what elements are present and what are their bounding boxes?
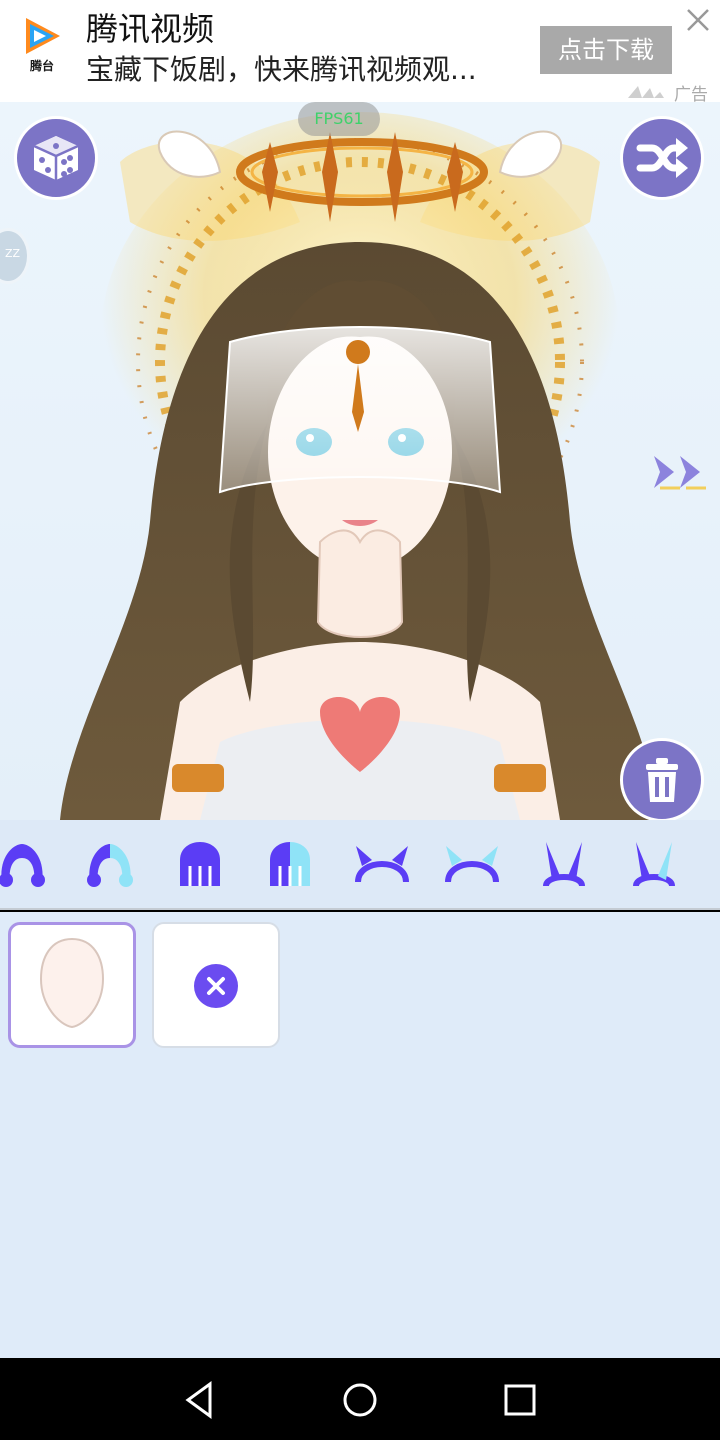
horns-headband-icon bbox=[355, 846, 409, 883]
ad-subtitle: 宝藏下饭剧，快来腾讯视频观... bbox=[86, 53, 477, 86]
category-hair-color[interactable] bbox=[80, 836, 140, 892]
side-tab-label: ZZ bbox=[5, 247, 21, 260]
hair-back-icon bbox=[180, 842, 220, 886]
item-none[interactable] bbox=[152, 922, 280, 1048]
remove-icon bbox=[194, 964, 238, 1008]
trash-icon bbox=[646, 758, 678, 802]
horns-headband-two-tone-icon bbox=[445, 846, 499, 883]
category-horns[interactable] bbox=[352, 836, 412, 892]
category-hair[interactable] bbox=[0, 836, 52, 892]
character-preview bbox=[60, 112, 660, 820]
character-stage: FPS61 ZZ bbox=[0, 102, 720, 820]
delete-button[interactable] bbox=[620, 738, 704, 820]
shuffle-icon bbox=[636, 138, 688, 178]
category-back-hair[interactable] bbox=[170, 836, 230, 892]
tencent-video-logo-icon: 腾台 bbox=[26, 18, 60, 73]
back-icon[interactable] bbox=[178, 1378, 222, 1422]
ad-banner[interactable]: 腾台 腾讯视频 宝藏下饭剧，快来腾讯视频观... 点击下载 广告 bbox=[0, 0, 720, 105]
random-dice-button[interactable] bbox=[14, 116, 98, 200]
dice-icon bbox=[33, 136, 79, 180]
recent-apps-icon[interactable] bbox=[498, 1378, 542, 1422]
category-strip bbox=[0, 820, 720, 910]
ad-title: 腾讯视频 bbox=[86, 10, 215, 48]
close-icon[interactable] bbox=[684, 6, 712, 34]
category-horns-color[interactable] bbox=[442, 836, 502, 892]
category-ears[interactable] bbox=[534, 836, 594, 892]
hair-two-tone-icon bbox=[87, 844, 133, 887]
ad-signal-icon bbox=[628, 86, 664, 98]
category-back-hair-color[interactable] bbox=[260, 836, 320, 892]
item-face-shape[interactable] bbox=[8, 922, 136, 1048]
items-panel bbox=[0, 912, 720, 1358]
hair-icon bbox=[0, 844, 45, 887]
face-shape-icon bbox=[39, 937, 105, 1029]
ad-logo-caption: 腾台 bbox=[29, 58, 54, 73]
hair-back-two-tone-icon bbox=[270, 842, 310, 886]
category-ears-color[interactable] bbox=[624, 836, 684, 892]
shuffle-button[interactable] bbox=[620, 116, 704, 200]
bunny-ears-two-tone-icon bbox=[633, 842, 675, 888]
bunny-ears-icon bbox=[543, 842, 585, 888]
ad-download-button[interactable]: 点击下载 bbox=[540, 26, 672, 74]
system-nav-bar bbox=[0, 1358, 720, 1440]
next-arrow-icon[interactable] bbox=[650, 452, 712, 492]
fps-indicator: FPS61 bbox=[298, 102, 380, 136]
home-icon[interactable] bbox=[338, 1378, 382, 1422]
